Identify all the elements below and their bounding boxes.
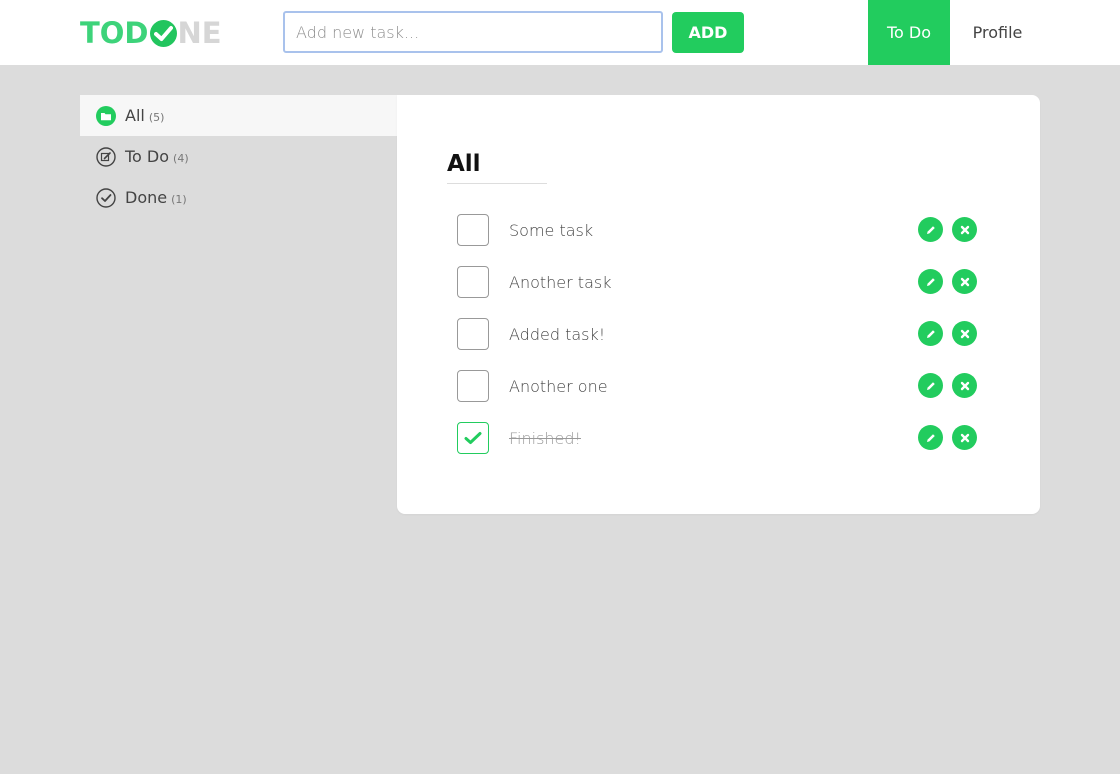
sidebar-item-label: To Do [125, 147, 170, 166]
edit-button[interactable] [918, 321, 943, 346]
sidebar-item-count: (5) [148, 111, 165, 124]
sidebar: All (5) To Do (4) Done (1) [80, 95, 398, 218]
logo[interactable]: TOD NE [80, 16, 222, 50]
edit-button[interactable] [918, 269, 943, 294]
delete-button[interactable] [952, 373, 977, 398]
folder-icon [95, 105, 116, 126]
logo-text-start: TOD [80, 16, 149, 50]
edit-button[interactable] [918, 425, 943, 450]
task-actions [918, 425, 977, 450]
task-label: Another task [509, 272, 612, 292]
nav-todo[interactable]: To Do [868, 0, 950, 65]
check-circle-icon [95, 187, 116, 208]
logo-check-icon [149, 19, 177, 47]
task-actions [918, 217, 977, 242]
close-icon [960, 329, 969, 338]
delete-button[interactable] [952, 321, 977, 346]
task-actions [918, 269, 977, 294]
sidebar-item-all[interactable]: All (5) [80, 95, 398, 136]
edit-button[interactable] [918, 217, 943, 242]
sidebar-item-label: Done [125, 188, 168, 207]
close-icon [960, 277, 969, 286]
task-panel: All Some task Another task Added task! A… [397, 95, 1040, 514]
task-label: Finished! [509, 428, 581, 448]
task-row: Finished! [457, 422, 977, 454]
header: TOD NE ADD To Do Profile [0, 0, 1120, 65]
sidebar-item-count: (4) [173, 152, 189, 165]
task-row: Another task [457, 266, 977, 298]
close-icon [960, 225, 969, 234]
task-label: Some task [509, 220, 594, 240]
task-checkbox[interactable] [457, 318, 489, 350]
close-icon [960, 433, 969, 442]
sidebar-item-label: All [125, 106, 145, 125]
task-row: Added task! [457, 318, 977, 350]
task-row: Some task [457, 214, 977, 246]
pencil-icon [926, 433, 935, 442]
sidebar-item-count: (1) [171, 193, 187, 206]
delete-button[interactable] [952, 269, 977, 294]
edit-button[interactable] [918, 373, 943, 398]
task-label: Another one [509, 376, 608, 396]
edit-icon [95, 146, 116, 167]
delete-button[interactable] [952, 425, 977, 450]
task-actions [918, 373, 977, 398]
pencil-icon [926, 381, 935, 390]
page-title: All [447, 151, 481, 177]
task-checkbox-checked[interactable] [457, 422, 489, 454]
logo-text-end: NE [177, 16, 222, 50]
task-row: Another one [457, 370, 977, 402]
title-divider [447, 183, 547, 184]
task-checkbox[interactable] [457, 370, 489, 402]
new-task-input[interactable] [283, 11, 663, 53]
task-label: Added task! [509, 324, 606, 344]
pencil-icon [926, 225, 935, 234]
task-actions [918, 321, 977, 346]
pencil-icon [926, 329, 935, 338]
task-checkbox[interactable] [457, 214, 489, 246]
sidebar-item-done[interactable]: Done (1) [80, 177, 398, 218]
check-icon [464, 432, 482, 444]
add-button[interactable]: ADD [672, 12, 744, 53]
task-checkbox[interactable] [457, 266, 489, 298]
delete-button[interactable] [952, 217, 977, 242]
pencil-icon [926, 277, 935, 286]
close-icon [960, 381, 969, 390]
sidebar-item-todo[interactable]: To Do (4) [80, 136, 398, 177]
nav-profile[interactable]: Profile [950, 0, 1045, 65]
